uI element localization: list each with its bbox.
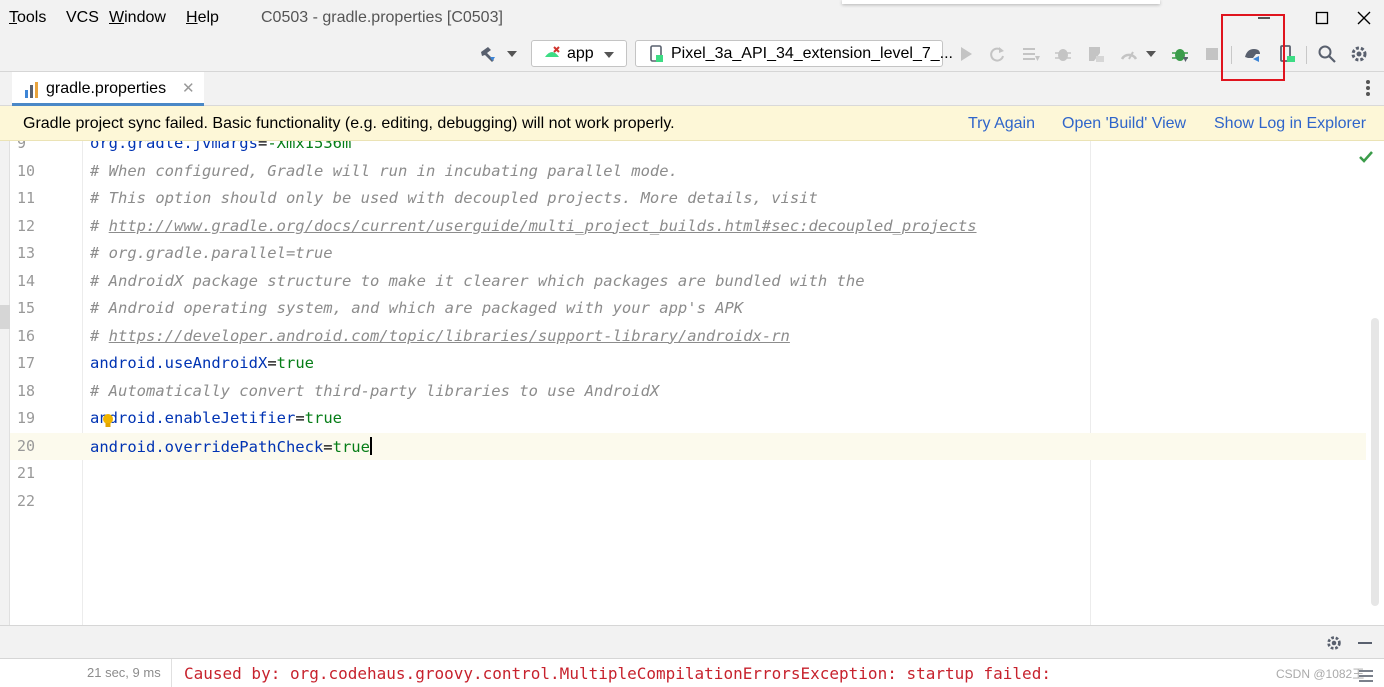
- phone-device-icon: [650, 45, 663, 62]
- debug-icon[interactable]: [1053, 44, 1073, 64]
- device-select[interactable]: Pixel_3a_API_34_extension_level_7_...: [635, 40, 953, 67]
- menu-vcs[interactable]: VCS: [66, 9, 99, 27]
- menu-help-label: elp: [197, 9, 219, 26]
- check-icon: [1359, 151, 1373, 163]
- close-window-icon[interactable]: [1344, 0, 1384, 36]
- menu-tools[interactable]: Tools: [9, 9, 46, 27]
- right-margin-guide: [1090, 141, 1091, 625]
- menu-tools-mnemonic: T: [9, 9, 17, 26]
- run-config-label: app: [567, 45, 594, 62]
- code-editor[interactable]: [83, 141, 1366, 625]
- tab-label: gradle.properties: [46, 80, 167, 97]
- profile-icon[interactable]: [1119, 44, 1139, 64]
- annotation-highlight-box: [1221, 14, 1285, 81]
- sync-failed-banner: Gradle project sync failed. Basic functi…: [0, 106, 1384, 141]
- more-vertical-icon[interactable]: [1366, 80, 1372, 98]
- menu-window-mnemonic: W: [109, 9, 125, 26]
- left-strip-marker: [0, 305, 10, 329]
- build-hammer-icon[interactable]: [478, 44, 498, 64]
- watermark: CSDN @1082王: [1276, 667, 1365, 681]
- panel-gear-icon[interactable]: [1325, 634, 1343, 652]
- wrap-lines-icon[interactable]: [1358, 669, 1374, 683]
- android-app-icon: [545, 46, 560, 57]
- panel-minimize-icon[interactable]: [1356, 634, 1374, 652]
- menu-help[interactable]: Help: [186, 9, 219, 27]
- device-label: Pixel_3a_API_34_extension_level_7_...: [671, 45, 953, 62]
- lightbulb-icon[interactable]: [102, 413, 114, 429]
- error-message[interactable]: Caused by: org.codehaus.groovy.control.M…: [184, 664, 1051, 683]
- run-icon[interactable]: [956, 44, 976, 64]
- menu-help-mnemonic: H: [186, 9, 198, 26]
- popup-edge: [842, 0, 1160, 4]
- title-bar: Tools VCS Window Help C0503 - gradle.pro…: [0, 0, 1384, 36]
- show-log-link[interactable]: Show Log in Explorer: [1214, 115, 1366, 133]
- menu-vcs-label: VCS: [66, 9, 99, 26]
- search-icon[interactable]: [1317, 44, 1337, 64]
- editor-tab-bar: gradle.properties ✕: [0, 72, 1384, 106]
- tab-gradle-properties[interactable]: gradle.properties ✕: [12, 72, 204, 106]
- run-config-select[interactable]: app: [531, 40, 627, 67]
- gear-icon[interactable]: [1349, 44, 1369, 64]
- attach-debugger-icon[interactable]: [1170, 44, 1190, 64]
- build-dropdown-caret[interactable]: [507, 51, 517, 57]
- bottom-tool-header: [0, 625, 1384, 659]
- maximize-icon[interactable]: [1302, 0, 1342, 36]
- gradle-file-icon: [25, 82, 38, 98]
- chevron-down-icon: [604, 52, 614, 58]
- main-toolbar: app Pixel_3a_API_34_extension_level_7_..…: [0, 36, 1384, 72]
- build-output-console: 21 sec, 9 ms Caused by: org.codehaus.gro…: [0, 659, 1384, 687]
- line-number-gutter: [10, 141, 83, 625]
- apply-changes-icon[interactable]: [987, 44, 1007, 64]
- menu-window-label: indow: [124, 9, 166, 26]
- banner-message: Gradle project sync failed. Basic functi…: [23, 115, 675, 132]
- coverage-icon[interactable]: [1086, 44, 1106, 64]
- left-tool-strip: [0, 106, 10, 625]
- build-duration: 21 sec, 9 ms: [87, 665, 161, 680]
- profile-dropdown-caret[interactable]: [1146, 51, 1156, 57]
- console-separator: [171, 659, 172, 687]
- menu-window[interactable]: Window: [109, 9, 166, 27]
- scrollbar-thumb[interactable]: [1371, 318, 1379, 606]
- toolbar-separator: [1306, 46, 1307, 64]
- window-title: C0503 - gradle.properties [C0503]: [261, 9, 503, 26]
- apply-code-changes-icon[interactable]: [1021, 44, 1041, 64]
- stop-icon[interactable]: [1202, 44, 1222, 64]
- try-again-link[interactable]: Try Again: [968, 115, 1035, 133]
- open-build-view-link[interactable]: Open 'Build' View: [1062, 115, 1186, 133]
- close-tab-icon[interactable]: ✕: [182, 79, 195, 97]
- menu-tools-label: ools: [17, 9, 47, 26]
